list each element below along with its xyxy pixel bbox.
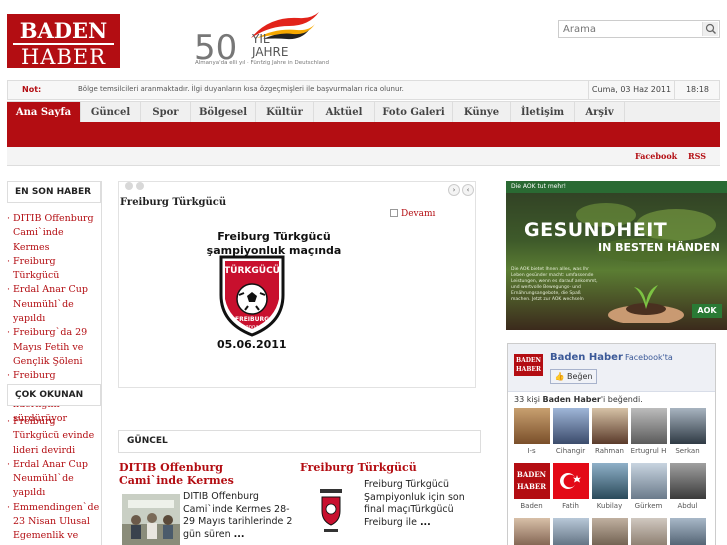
anniversary-tagline: Almanya'da elli yıl · Fünfzig Jahre in D…	[195, 60, 329, 66]
like-button[interactable]: 👍 Beğen	[550, 369, 597, 384]
crest-bottom-text: FREIBURG	[235, 316, 269, 323]
fan-avatar[interactable]: Fatih	[552, 463, 589, 510]
nav-red-bar	[7, 122, 720, 147]
nav-item-foto-galeri[interactable]: Foto Galeri	[375, 102, 453, 123]
fb-page-logo[interactable]: BADEN HABER	[514, 354, 543, 376]
main-nav: Ana Sayfa Güncel Spor Bölgesel Kültür Ak…	[7, 101, 720, 123]
nav-item-kunye[interactable]: Künye	[453, 102, 511, 123]
search-box	[558, 20, 720, 38]
rss-link[interactable]: RSS	[688, 151, 706, 161]
thumbs-up-icon: 👍	[554, 372, 565, 381]
headline-slider: › ‹ Freiburg Türkgücü Devamı Freiburg Tü…	[118, 181, 476, 388]
news-ticker: Not: Bölge temsilcileri aranmaktadır. İl…	[7, 80, 720, 100]
logo-line-2: HABER	[13, 43, 114, 68]
facebook-like-box: BADEN HABER Baden Haber Facebook'ta 👍 Beğ…	[507, 343, 716, 545]
fan-avatar[interactable]	[591, 518, 628, 545]
nav-item-arsiv[interactable]: Arşiv	[575, 102, 625, 123]
fb-like-count: 33 kişi Baden Haber'i beğendi.	[514, 395, 643, 404]
fb-on-facebook[interactable]: Facebook'ta	[625, 353, 673, 362]
aok-logo: AOK	[692, 304, 722, 318]
facebook-link[interactable]: Facebook	[635, 151, 677, 161]
list-item[interactable]: DITIB Offenburg Cami`inde Kermes	[7, 212, 101, 255]
guncel-item-description: Freiburg Türkgücü Şampiyonluk için son f…	[364, 479, 465, 528]
nav-item-aktuel[interactable]: Aktüel	[314, 102, 375, 123]
poster-date: 05.06.2011	[217, 338, 287, 351]
social-bar: Facebook RSS	[7, 147, 720, 166]
nav-item-spor[interactable]: Spor	[141, 102, 191, 123]
guncel-item-title[interactable]: Freiburg Türkgücü	[300, 461, 470, 474]
fan-avatar[interactable]: I-s	[513, 408, 550, 455]
hands-plant-graphic	[608, 285, 684, 323]
fb-page-name[interactable]: Baden Haber	[550, 352, 623, 363]
guncel-item-title[interactable]: DITIB Offenburg Cami`inde Kermes	[119, 461, 289, 487]
fan-avatar[interactable]	[630, 518, 667, 545]
fan-avatar[interactable]: Rahman	[591, 408, 628, 455]
club-crest-icon: TÜRKGÜCÜ FREIBURG 2004	[219, 255, 285, 337]
logo-line-1: BADEN	[19, 18, 108, 43]
ad-headline: GESUNDHEIT	[524, 219, 668, 241]
list-item[interactable]: Freiburg Türkgücü evinde lideri devirdi	[7, 415, 101, 458]
popular-news-list: Freiburg Türkgücü evinde lideri devirdi …	[7, 415, 101, 544]
fan-avatar[interactable]	[552, 518, 589, 545]
search-icon[interactable]	[702, 22, 718, 36]
aok-advertisement[interactable]: Die AOK tut mehr! GESUNDHEIT IN BESTEN H…	[506, 181, 727, 330]
list-item[interactable]: Emmendingen`de 23 Nisan Ulusal Egemenlik…	[7, 501, 101, 544]
fan-avatar[interactable]: Cihangir	[552, 408, 589, 455]
slider-dots	[125, 182, 147, 193]
nav-item-kultur[interactable]: Kültür	[256, 102, 314, 123]
slider-next-button[interactable]: ›	[448, 184, 460, 196]
current-time: 18:18	[674, 81, 720, 99]
site-logo[interactable]: BADEN HABER	[7, 14, 120, 68]
fan-avatar[interactable]: Abdul	[669, 463, 706, 510]
anniversary-yil: YIL JAHRE	[252, 32, 289, 60]
ticker-message[interactable]: Bölge temsilcileri aranmaktadır. İlgi du…	[78, 85, 404, 93]
anniversary-banner: 50 YIL JAHRE Almanya'da elli yıl · Fünfzi…	[194, 8, 329, 70]
poster-heading: Freiburg Türkgücü şampiyonluk maçında	[206, 230, 342, 257]
turkish-flag-icon	[552, 463, 589, 499]
search-input[interactable]	[559, 21, 699, 37]
list-item[interactable]: Freiburg`da 29 Mayıs Fetih ve Gençlik Şö…	[7, 326, 101, 369]
crest-year-text: 2004	[246, 325, 259, 331]
fan-avatar[interactable]	[513, 518, 550, 545]
left-column-divider	[101, 181, 102, 545]
nav-item-ana-sayfa[interactable]: Ana Sayfa	[7, 102, 81, 123]
ticker-label: Not:	[22, 85, 42, 94]
list-item[interactable]: Erdal Anar Cup Neumühl`de yapıldı	[7, 283, 101, 326]
popular-news-header: ÇOK OKUNAN	[7, 384, 101, 406]
list-item[interactable]: Freiburg Türkgücü	[7, 255, 101, 284]
nav-item-iletisim[interactable]: İletişim	[511, 102, 575, 123]
ad-subheadline: IN BESTEN HÄNDEN	[598, 241, 720, 254]
slider-prev-button[interactable]: ‹	[462, 184, 474, 196]
slider-more-link[interactable]: Devamı	[390, 209, 435, 219]
guncel-header: GÜNCEL	[118, 430, 481, 453]
latest-news-header: EN SON HABER	[7, 181, 101, 203]
fan-avatar[interactable]	[669, 518, 706, 545]
list-item[interactable]: Erdal Anar Cup Neumühl`de yapıldı	[7, 458, 101, 501]
guncel-item-description: DITIB Offenburg Cami`inde Kermes 28-29 M…	[183, 491, 293, 540]
slider-dot[interactable]	[136, 182, 144, 190]
fb-box-header: BADEN HABER Baden Haber Facebook'ta 👍 Beğ…	[508, 344, 715, 392]
current-date: Cuma, 03 Haz 2011	[588, 81, 674, 99]
kermes-photo[interactable]	[122, 494, 180, 545]
fan-avatar[interactable]: Gürkem	[630, 463, 667, 510]
fan-avatar[interactable]: Kubilay	[591, 463, 628, 510]
ad-body-text: Die AOK bietet Ihnen alles, was Ihr Lebe…	[511, 267, 598, 302]
ad-top-text: Die AOK tut mehr!	[506, 181, 727, 193]
slider-title[interactable]: Freiburg Türkgücü	[120, 197, 226, 208]
slider-dot[interactable]	[125, 182, 133, 190]
nav-item-guncel[interactable]: Güncel	[81, 102, 141, 123]
fan-avatar[interactable]: Serkan	[669, 408, 706, 455]
fan-avatar[interactable]: BADEN HABER Baden	[513, 463, 550, 510]
fan-avatar[interactable]: Ertugrul H	[630, 408, 667, 455]
nav-item-bolgesel[interactable]: Bölgesel	[191, 102, 256, 123]
crest-top-text: TÜRKGÜCÜ	[224, 265, 280, 276]
document-icon	[390, 209, 398, 217]
club-crest-thumbnail[interactable]	[318, 487, 344, 535]
